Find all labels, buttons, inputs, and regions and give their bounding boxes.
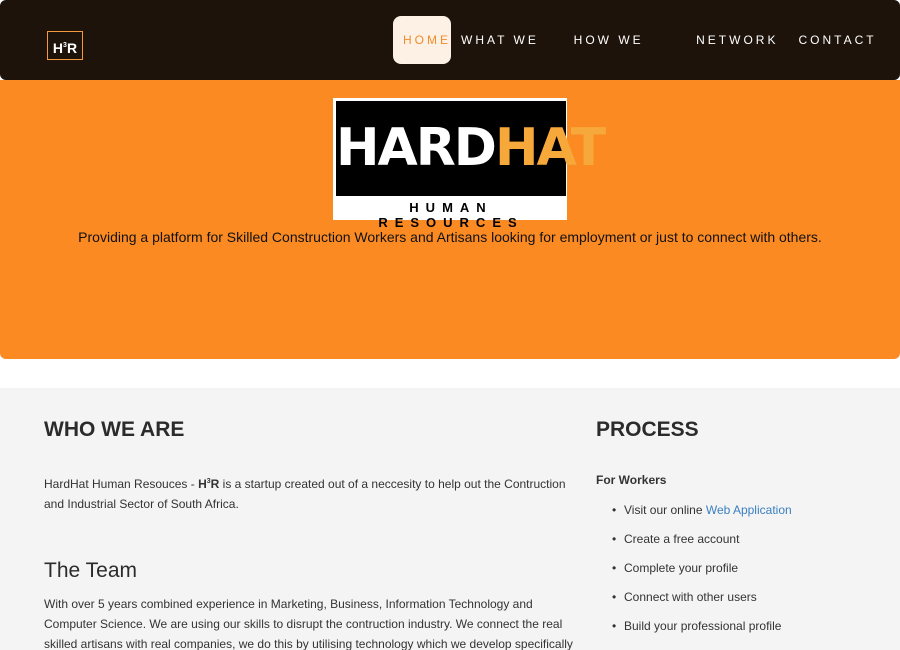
- bullet-icon: •: [612, 561, 617, 575]
- brand-hat-text: HAT: [494, 118, 606, 178]
- bullet-icon: •: [612, 590, 617, 604]
- content-section: WHO WE ARE HardHat Human Resouces - H3R …: [0, 388, 900, 650]
- team-text: With over 5 years combined experience in…: [44, 597, 573, 650]
- site-logo[interactable]: H3R: [47, 31, 83, 60]
- process-heading: PROCESS: [596, 418, 699, 441]
- for-workers-subheading: For Workers: [596, 473, 667, 487]
- brand-abbrev-h: H: [198, 477, 207, 491]
- brand-subtitle: HUMAN RESOURCES: [378, 200, 524, 230]
- nav-links: HOME WHAT WE DO HOW WE HELP NETWORK CONT…: [393, 16, 900, 95]
- top-navbar: H3R HOME WHAT WE DO HOW WE HELP NETWORK …: [0, 0, 900, 95]
- who-text-prefix: HardHat Human Resouces -: [44, 477, 199, 491]
- team-heading: The Team: [44, 559, 137, 582]
- brand-wordmark: HARDHAT: [336, 101, 606, 196]
- bullet-icon: •: [612, 532, 617, 546]
- hardhat-brand-logo: HARDHAT HUMAN RESOURCES: [333, 98, 606, 230]
- list-item-text: Connect with other users: [624, 590, 757, 604]
- hero-banner: HARDHAT HUMAN RESOURCES Providing a plat…: [0, 80, 900, 359]
- who-we-are-heading: WHO WE ARE: [44, 418, 185, 441]
- nav-home[interactable]: HOME: [393, 16, 451, 64]
- who-we-are-text: HardHat Human Resouces - H3R is a startu…: [44, 472, 584, 514]
- bullet-icon: •: [612, 619, 617, 633]
- process-list: • Visit our online Web Application • Creat…: [612, 499, 792, 644]
- brand-abbrev-r: R: [210, 477, 220, 491]
- nav-contact-us[interactable]: CONTACT US: [788, 16, 900, 95]
- list-item-text: Build your professional profile: [624, 619, 782, 633]
- list-item: • Build your professional profile: [612, 615, 792, 644]
- list-item-text: Complete your profile: [624, 561, 739, 575]
- list-item: • Create a free account: [612, 528, 792, 557]
- web-application-link[interactable]: Web Application: [706, 503, 792, 517]
- brand-hard-text: HARD: [336, 118, 497, 178]
- nav-what-we-do[interactable]: WHAT WE DO: [451, 16, 564, 95]
- list-item: • Complete your profile: [612, 557, 792, 586]
- bullet-icon: •: [612, 503, 617, 517]
- list-item: • Visit our online Web Application: [612, 499, 792, 528]
- hero-tagline: Providing a platform for Skilled Constru…: [78, 229, 822, 245]
- list-item-text: Visit our online: [624, 503, 706, 517]
- nav-network[interactable]: NETWORK: [686, 16, 788, 64]
- nav-how-we-help[interactable]: HOW WE HELP: [564, 16, 686, 95]
- list-item: • Connect with other users: [612, 586, 792, 615]
- list-item-text: Create a free account: [624, 532, 740, 546]
- brand-abbrev: H3R: [198, 477, 219, 491]
